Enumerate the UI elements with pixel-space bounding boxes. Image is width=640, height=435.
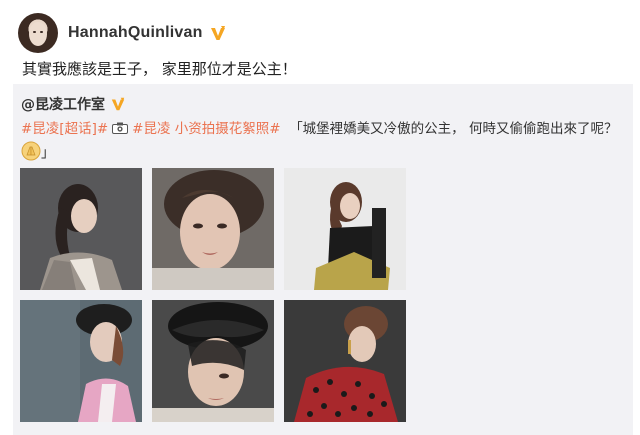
original-author: @昆凌工作室 [21, 94, 126, 114]
photo-6[interactable] [284, 300, 406, 422]
verified-badge-icon [210, 26, 225, 40]
quote-text: 「城堡裡嬌美又冷傲的公主， 何時又偷偷跑出來了呢？ [289, 121, 618, 137]
original-text: #昆凌[超话]# #昆凌 小资拍摄花絮照# 「城堡裡嬌美又冷傲的公主， 何時又偷偷… [21, 118, 625, 165]
avatar[interactable] [18, 13, 58, 53]
original-author-name[interactable]: @昆凌工作室 [21, 94, 105, 114]
repost-card[interactable]: @昆凌工作室 #昆凌[超话]# #昆凌 小资拍摄花絮照# 「城堡裡嬌美又冷傲的公主… [13, 84, 633, 435]
photo-4[interactable] [20, 300, 142, 422]
quote-end: 」 [41, 145, 55, 161]
username[interactable]: HannahQuinlivan [68, 24, 203, 42]
photo-1[interactable] [20, 168, 142, 290]
hashtag-link[interactable]: #昆凌[超话]# [21, 121, 108, 137]
post-text: 其實我應該是王子， 家里那位才是公主！ [22, 60, 297, 78]
hashtag-link[interactable]: #昆凌 小资拍摄花絮照# [132, 121, 280, 137]
photo-3[interactable] [284, 168, 406, 290]
weibo-post: HannahQuinlivan 其實我應該是王子， 家里那位才是公主！ @昆凌工… [0, 0, 640, 435]
photo-5[interactable] [152, 300, 274, 422]
camera-icon [112, 122, 129, 134]
verified-badge-icon [111, 97, 125, 111]
hands-emoji-icon [21, 141, 41, 161]
photo-2[interactable] [152, 168, 274, 290]
post-header: HannahQuinlivan [18, 12, 227, 54]
